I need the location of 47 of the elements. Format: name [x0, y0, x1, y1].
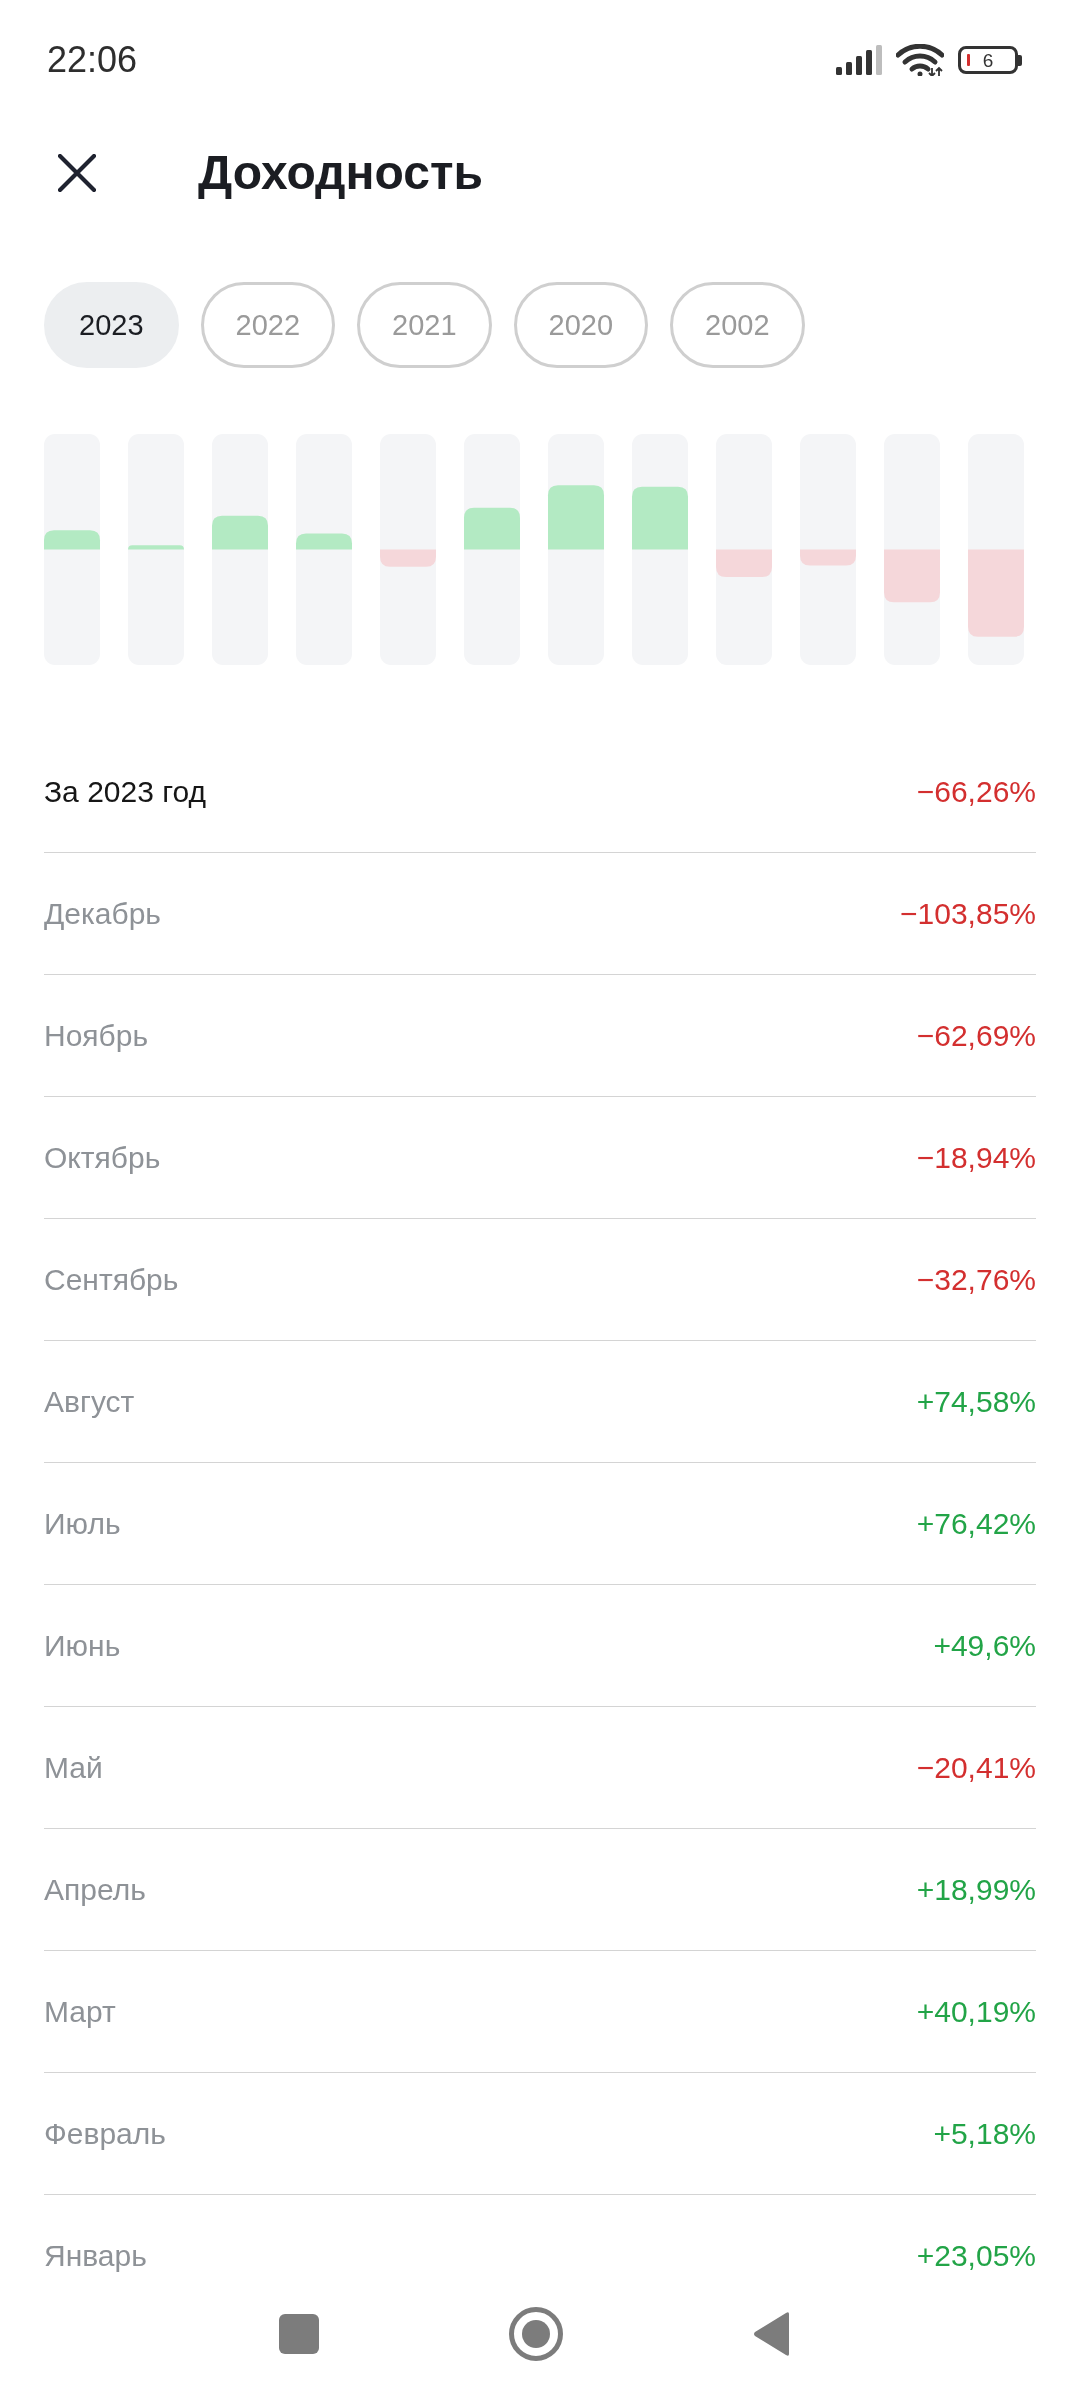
positive-bar [44, 530, 100, 550]
status-time: 22:06 [47, 39, 138, 81]
month-label: Июнь [44, 1628, 121, 1663]
return-value: −62,69% [916, 1018, 1036, 1053]
year-tab[interactable]: 2023 [44, 282, 179, 368]
month-label: Август [44, 1384, 135, 1419]
positive-bar [128, 545, 184, 550]
month-label: Ноябрь [44, 1018, 149, 1053]
year-tab[interactable]: 2022 [200, 282, 336, 368]
return-value: −66,26% [916, 774, 1036, 809]
month-label: Март [44, 1994, 116, 2029]
page-title: Доходность [198, 145, 483, 200]
year-tab[interactable]: 2021 [357, 282, 492, 368]
wifi-icon [896, 44, 944, 76]
positive-bar [632, 486, 688, 550]
month-label: Сентябрь [44, 1262, 179, 1297]
year-tab[interactable]: 2002 [670, 282, 805, 368]
return-value: +74,58% [916, 1384, 1036, 1419]
positive-bar [548, 485, 604, 550]
return-value: +40,19% [916, 1994, 1036, 2029]
return-value: +49,6% [933, 1628, 1036, 1663]
signal-icon [836, 45, 882, 75]
return-value: +76,42% [916, 1506, 1036, 1541]
back-icon[interactable] [753, 2311, 791, 2357]
return-value: −18,94% [916, 1140, 1036, 1175]
positive-bar [212, 515, 268, 550]
return-value: −20,41% [916, 1750, 1036, 1785]
negative-bar [716, 549, 772, 577]
negative-bar [884, 549, 940, 603]
month-label: Декабрь [44, 896, 161, 931]
close-icon[interactable] [58, 153, 96, 192]
positive-bar [464, 507, 520, 550]
month-label: Октябрь [44, 1140, 161, 1175]
return-value: +18,99% [916, 1872, 1036, 1907]
month-label: Апрель [44, 1872, 146, 1907]
battery-percentage: 6 [982, 50, 994, 70]
home-icon[interactable] [509, 2307, 563, 2361]
month-label: Февраль [44, 2116, 166, 2151]
return-value: +5,18% [933, 2116, 1036, 2151]
return-value: +23,05% [916, 2238, 1036, 2273]
return-value: −103,85% [900, 896, 1036, 931]
period-label: За 2023 год [44, 774, 207, 809]
month-label: Июль [44, 1506, 121, 1541]
month-label: Май [44, 1750, 103, 1785]
month-label: Январь [44, 2238, 147, 2273]
return-value: −32,76% [916, 1262, 1036, 1297]
year-tab[interactable]: 2020 [513, 282, 649, 368]
